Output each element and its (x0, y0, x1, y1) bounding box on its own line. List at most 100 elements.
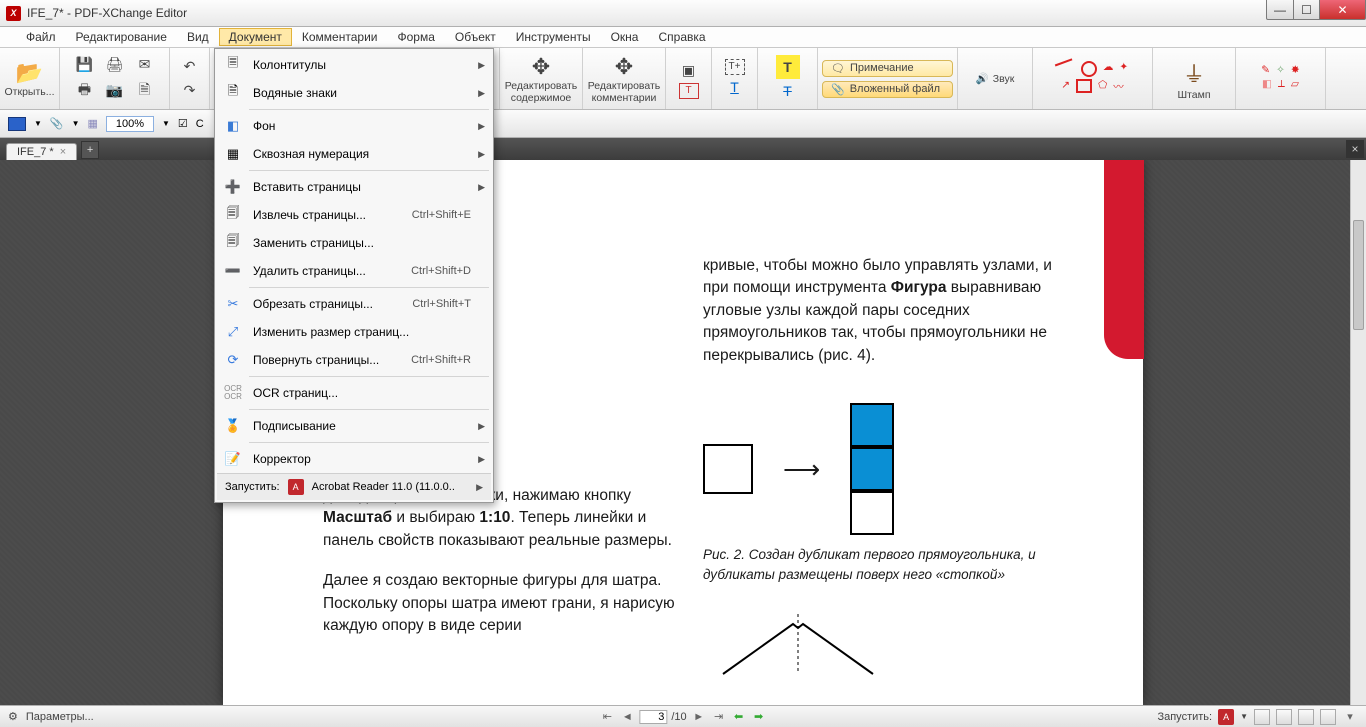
params-button[interactable]: Параметры... (26, 711, 94, 723)
ocr-icon: OCROCR (223, 383, 243, 403)
grid-icon[interactable]: ▦ (88, 117, 98, 130)
gear-icon[interactable]: ⚙ (8, 710, 18, 723)
dd-delete[interactable]: ➖Удалить страницы...Ctrl+Shift+D (217, 257, 491, 285)
corrector-icon: 📝 (223, 449, 243, 469)
redo-icon[interactable]: ↷ (178, 79, 202, 103)
dd-background[interactable]: ◧Фон▶ (217, 112, 491, 140)
tab-add-button[interactable]: + (81, 141, 99, 159)
next-page-icon[interactable]: ► (691, 709, 707, 725)
pentagon-icon[interactable]: ⬠ (1098, 79, 1107, 94)
line-icon[interactable] (1055, 58, 1077, 79)
clip-icon: 📎 (831, 83, 845, 96)
print-icon[interactable]: 🖨 (103, 53, 127, 77)
view-single-icon[interactable] (1254, 709, 1270, 725)
dd-bates[interactable]: ▦Сквозная нумерация▶ (217, 140, 491, 168)
status-acrobat-icon[interactable]: A (1218, 709, 1234, 725)
acrobat-icon: A (288, 479, 304, 495)
menu-document[interactable]: Документ (219, 28, 292, 46)
dd-resize[interactable]: ⤢Изменить размер страниц... (217, 318, 491, 346)
dd-sign[interactable]: 🏅Подписывание▶ (217, 412, 491, 440)
open-button[interactable]: 📂 Открыть... (0, 50, 65, 107)
polyline-icon[interactable]: 〰 (1113, 79, 1124, 94)
save-icon[interactable]: 💾 (73, 53, 97, 77)
view-two-cont-icon[interactable] (1320, 709, 1336, 725)
stamp-button[interactable]: ⏚ Штамп (1159, 50, 1229, 107)
menu-comments[interactable]: Комментарии (292, 28, 388, 46)
cloud2-icon[interactable]: ✦ (1119, 61, 1128, 77)
dd-extract[interactable]: 🗐Извлечь страницы...Ctrl+Shift+E (217, 201, 491, 229)
wand-icon[interactable]: ✧ (1276, 64, 1285, 76)
arrow-icon[interactable]: ↗ (1061, 79, 1070, 94)
vertical-scrollbar[interactable] (1350, 160, 1366, 705)
edit-content-button[interactable]: ✥ Редактировать содержимое (506, 50, 576, 107)
fwd-nav-icon[interactable]: ➡ (751, 709, 767, 725)
zoom-input[interactable] (106, 116, 154, 132)
menu-view[interactable]: Вид (177, 28, 219, 46)
dd-crop[interactable]: ✂Обрезать страницы...Ctrl+Shift+T (217, 290, 491, 318)
menu-windows[interactable]: Окна (601, 28, 649, 46)
watermark-icon: 🗎 (223, 83, 243, 103)
highlight-icon[interactable]: T (776, 55, 800, 79)
edit-comments-button[interactable]: ✥ Редактировать комментарии (589, 50, 659, 107)
cloud-icon[interactable]: ☁ (1103, 61, 1114, 77)
view-cont-icon[interactable] (1276, 709, 1292, 725)
view-two-icon[interactable] (1298, 709, 1314, 725)
background-icon: ◧ (223, 116, 243, 136)
dd-launch-row[interactable]: Запустить: A Acrobat Reader 11.0 (11.0.0… (217, 473, 491, 500)
c-icon[interactable]: C (196, 118, 204, 130)
clip-small-icon[interactable]: 📎 (50, 117, 64, 130)
text-add-icon[interactable]: T+ (725, 59, 745, 75)
attach-button[interactable]: 📎 Вложенный файл (822, 81, 953, 98)
text-box-icon[interactable]: T (679, 83, 699, 99)
dd-corrector[interactable]: 📝Корректор▶ (217, 445, 491, 473)
sound-icon[interactable]: 🔊 (976, 72, 989, 85)
back-nav-icon[interactable]: ⬅ (731, 709, 747, 725)
measure-icon[interactable]: ⟂ (1278, 78, 1285, 91)
note-label: Примечание (850, 62, 914, 74)
rotate-icon: ⟳ (223, 350, 243, 370)
layout-more-icon[interactable]: ▾ (1342, 709, 1358, 725)
first-page-icon[interactable]: ⇤ (599, 709, 615, 725)
mail-icon[interactable]: ✉ (133, 53, 157, 77)
pencil-icon[interactable]: ✎ (1261, 64, 1270, 76)
scrollbar-thumb[interactable] (1353, 220, 1364, 330)
menu-tools[interactable]: Инструменты (506, 28, 601, 46)
menu-form[interactable]: Форма (387, 28, 444, 46)
check-icon[interactable]: ☑ (178, 117, 188, 130)
figure-2-diagram: ⟶ (703, 403, 1063, 535)
close-button[interactable]: ✕ (1320, 0, 1366, 20)
dd-rotate[interactable]: ⟳Повернуть страницы...Ctrl+Shift+R (217, 346, 491, 374)
format-bar: ▼ 📎▼ ▦ ▼ ☑ C (0, 110, 1366, 138)
circle-icon[interactable] (1081, 61, 1097, 77)
menu-edit[interactable]: Редактирование (66, 28, 177, 46)
menu-object[interactable]: Объект (445, 28, 506, 46)
dd-headers[interactable]: 🗏Колонтитулы▶ (217, 51, 491, 79)
dd-insert[interactable]: ➕Вставить страницы▶ (217, 173, 491, 201)
camera-icon[interactable]: 📷 (103, 79, 127, 103)
tabs-close-all[interactable]: × (1346, 140, 1364, 158)
ruler-icon[interactable]: ▱ (1291, 78, 1299, 91)
last-page-icon[interactable]: ⇥ (711, 709, 727, 725)
dd-replace[interactable]: 🗐Заменить страницы... (217, 229, 491, 257)
scan-icon[interactable]: 🖶 (73, 79, 97, 103)
star-icon[interactable]: ✸ (1291, 64, 1300, 76)
fill-color-swatch[interactable] (8, 117, 26, 131)
text-underline-icon[interactable]: T (723, 75, 747, 99)
note-button[interactable]: 🗨 Примечание (822, 60, 953, 77)
prev-page-icon[interactable]: ◄ (619, 709, 635, 725)
rect-icon[interactable] (1076, 79, 1092, 93)
minimize-button[interactable]: — (1266, 0, 1294, 20)
menu-help[interactable]: Справка (648, 28, 715, 46)
menu-file[interactable]: Файл (16, 28, 66, 46)
strike-icon[interactable]: T (776, 79, 800, 103)
convert-icon[interactable]: 🗎 (133, 79, 157, 103)
eraser-icon[interactable]: ◧ (1262, 78, 1272, 91)
dd-watermarks[interactable]: 🗎Водяные знаки▶ (217, 79, 491, 107)
maximize-button[interactable]: ☐ (1294, 0, 1320, 20)
select-rect-icon[interactable]: ▣ (677, 59, 701, 83)
tab-ife7[interactable]: IFE_7 * × (6, 143, 77, 160)
dd-ocr[interactable]: OCROCROCR страниц... (217, 379, 491, 407)
undo-icon[interactable]: ↶ (178, 55, 202, 79)
tab-close-icon[interactable]: × (60, 146, 66, 158)
page-input[interactable] (639, 710, 667, 724)
